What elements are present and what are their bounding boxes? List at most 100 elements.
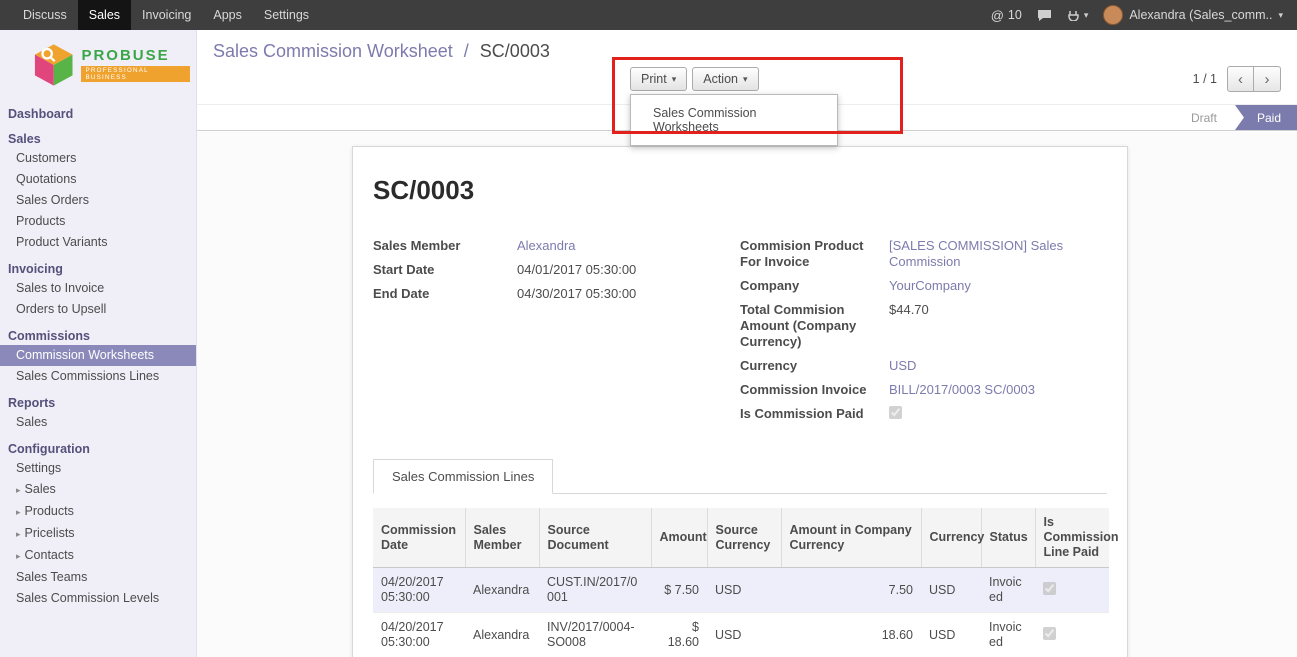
sidebar-section-commissions[interactable]: Commissions	[0, 320, 196, 345]
column-amount[interactable]: Amount	[651, 508, 707, 568]
field-value-currency[interactable]: USD	[889, 358, 1107, 374]
record-title: SC/0003	[373, 175, 1107, 206]
cell-amount: $ 18.60	[651, 613, 707, 657]
line-paid-checkbox	[1043, 627, 1056, 640]
field-label-commission-product: Commision Product For Invoice	[740, 238, 885, 270]
systray: @ 10 ▾ Alexandra (Sales_comm.. ▾	[991, 0, 1297, 30]
column-currency[interactable]: Currency	[921, 508, 981, 568]
logo-title: PROBUSE	[81, 47, 190, 64]
sidebar-item-sales-to-invoice[interactable]: Sales to Invoice	[0, 278, 196, 299]
cell-source-currency: USD	[707, 613, 781, 657]
cell-sales-member: Alexandra	[465, 613, 539, 657]
chevron-right-icon: ›	[1265, 71, 1270, 88]
breadcrumb-parent[interactable]: Sales Commission Worksheet	[213, 41, 453, 61]
field-group-right: Commision Product For Invoice [SALES COM…	[740, 238, 1107, 423]
sidebar-item-sales-orders[interactable]: Sales Orders	[0, 190, 196, 211]
user-menu[interactable]: Alexandra (Sales_comm.. ▾	[1103, 5, 1283, 25]
menu-discuss[interactable]: Discuss	[12, 0, 78, 30]
chat-button[interactable]	[1037, 9, 1052, 22]
sidebar-section-dashboard[interactable]: Dashboard	[0, 98, 196, 123]
field-label-company: Company	[740, 278, 885, 294]
pager-next-button[interactable]: ›	[1254, 66, 1281, 92]
field-label-total-commission-amount: Total Commision Amount (Company Currency…	[740, 302, 885, 350]
systray-toggle[interactable]: ▾	[1067, 9, 1089, 21]
sidebar-item-config-contacts[interactable]: ▸Contacts	[0, 545, 196, 567]
chat-bubble-icon	[1037, 9, 1052, 22]
main-area: Sales Commission Worksheet / SC/0003 Pri…	[197, 30, 1297, 657]
field-label-is-commission-paid: Is Commission Paid	[740, 406, 885, 423]
cell-currency: USD	[921, 568, 981, 613]
status-paid[interactable]: Paid	[1235, 105, 1297, 130]
cell-source-document: CUST.IN/2017/0001	[539, 568, 651, 613]
column-amount-company-currency[interactable]: Amount in Company Currency	[781, 508, 921, 568]
sidebar-item-label: Products	[25, 504, 74, 518]
sidebar-section-configuration[interactable]: Configuration	[0, 433, 196, 458]
menu-apps[interactable]: Apps	[202, 0, 253, 30]
table-row[interactable]: 04/20/2017 05:30:00 Alexandra CUST.IN/20…	[373, 568, 1109, 613]
sidebar-item-orders-to-upsell[interactable]: Orders to Upsell	[0, 299, 196, 320]
field-value-start-date: 04/01/2017 05:30:00	[517, 262, 740, 278]
sidebar-item-config-products[interactable]: ▸Products	[0, 501, 196, 523]
pager-buttons: ‹ ›	[1227, 66, 1281, 92]
sidebar-item-config-sales[interactable]: ▸ Sales	[0, 479, 196, 501]
at-icon: @	[991, 8, 1004, 23]
sidebar-item-sales-teams[interactable]: Sales Teams	[0, 567, 196, 588]
breadcrumb-separator: /	[464, 41, 469, 61]
sidebar-section-invoicing[interactable]: Invoicing	[0, 253, 196, 278]
column-status[interactable]: Status	[981, 508, 1035, 568]
print-button-label: Print	[641, 72, 667, 86]
status-draft[interactable]: Draft	[1173, 105, 1235, 130]
tab-sales-commission-lines[interactable]: Sales Commission Lines	[373, 459, 553, 494]
sidebar-item-label: Sales	[25, 482, 56, 496]
sidebar-item-product-variants[interactable]: Product Variants	[0, 232, 196, 253]
pager-previous-button[interactable]: ‹	[1227, 66, 1254, 92]
field-value-commission-invoice[interactable]: BILL/2017/0003 SC/0003	[889, 382, 1107, 398]
column-sales-member[interactable]: Sales Member	[465, 508, 539, 568]
sidebar-item-config-pricelists[interactable]: ▸Pricelists	[0, 523, 196, 545]
table-row[interactable]: 04/20/2017 05:30:00 Alexandra INV/2017/0…	[373, 613, 1109, 657]
pager: 1 / 1 ‹ ›	[1193, 66, 1281, 92]
topbar: Discuss Sales Invoicing Apps Settings @ …	[0, 0, 1297, 30]
caret-down-icon: ▾	[672, 74, 677, 85]
column-line-paid[interactable]: Is Commission Line Paid	[1035, 508, 1109, 568]
sidebar-item-commission-worksheets[interactable]: Commission Worksheets	[0, 345, 196, 366]
sidebar: PROBUSE PROFESSIONAL BUSINESS Dashboard …	[0, 30, 197, 657]
field-label-currency: Currency	[740, 358, 885, 374]
sidebar-section-reports[interactable]: Reports	[0, 387, 196, 412]
breadcrumb: Sales Commission Worksheet / SC/0003	[213, 41, 550, 62]
field-label-sales-member: Sales Member	[373, 238, 513, 254]
sidebar-item-products[interactable]: Products	[0, 211, 196, 232]
chevron-left-icon: ‹	[1238, 71, 1243, 88]
action-button[interactable]: Action ▾	[692, 67, 758, 91]
menu-sales[interactable]: Sales	[78, 0, 131, 30]
menu-settings[interactable]: Settings	[253, 0, 320, 30]
sidebar-section-sales[interactable]: Sales	[0, 123, 196, 148]
sidebar-item-sales-report[interactable]: Sales	[0, 412, 196, 433]
column-source-currency[interactable]: Source Currency	[707, 508, 781, 568]
sidebar-item-quotations[interactable]: Quotations	[0, 169, 196, 190]
expand-arrow-icon: ▸	[16, 485, 21, 495]
sidebar-item-sales-commission-levels[interactable]: Sales Commission Levels	[0, 588, 196, 609]
menu-invoicing[interactable]: Invoicing	[131, 0, 202, 30]
sidebar-item-customers[interactable]: Customers	[0, 148, 196, 169]
column-source-document[interactable]: Source Document	[539, 508, 651, 568]
field-value-company[interactable]: YourCompany	[889, 278, 1107, 294]
line-paid-checkbox	[1043, 582, 1056, 595]
mention-counter[interactable]: @ 10	[991, 8, 1022, 23]
form-sheet: SC/0003 Sales Member Alexandra Start Dat…	[352, 146, 1128, 657]
breadcrumb-current: SC/0003	[480, 41, 550, 61]
column-commission-date[interactable]: Commission Date	[373, 508, 465, 568]
sidebar-item-sales-commissions-lines[interactable]: Sales Commissions Lines	[0, 366, 196, 387]
field-value-commission-product[interactable]: [SALES COMMISSION] Sales Commission	[889, 238, 1067, 270]
probuse-logo: PROBUSE PROFESSIONAL BUSINESS	[0, 30, 196, 98]
print-menu-item-sales-commission-worksheets[interactable]: Sales Commission Worksheets	[631, 99, 837, 141]
print-button[interactable]: Print ▾	[630, 67, 687, 91]
user-name: Alexandra (Sales_comm..	[1129, 8, 1272, 22]
sidebar-item-settings[interactable]: Settings	[0, 458, 196, 479]
field-label-start-date: Start Date	[373, 262, 513, 278]
action-button-label: Action	[703, 72, 738, 86]
commission-lines-table: Commission Date Sales Member Source Docu…	[373, 508, 1109, 657]
field-value-sales-member[interactable]: Alexandra	[517, 238, 740, 254]
expand-arrow-icon: ▸	[16, 529, 21, 539]
cell-sales-member: Alexandra	[465, 568, 539, 613]
